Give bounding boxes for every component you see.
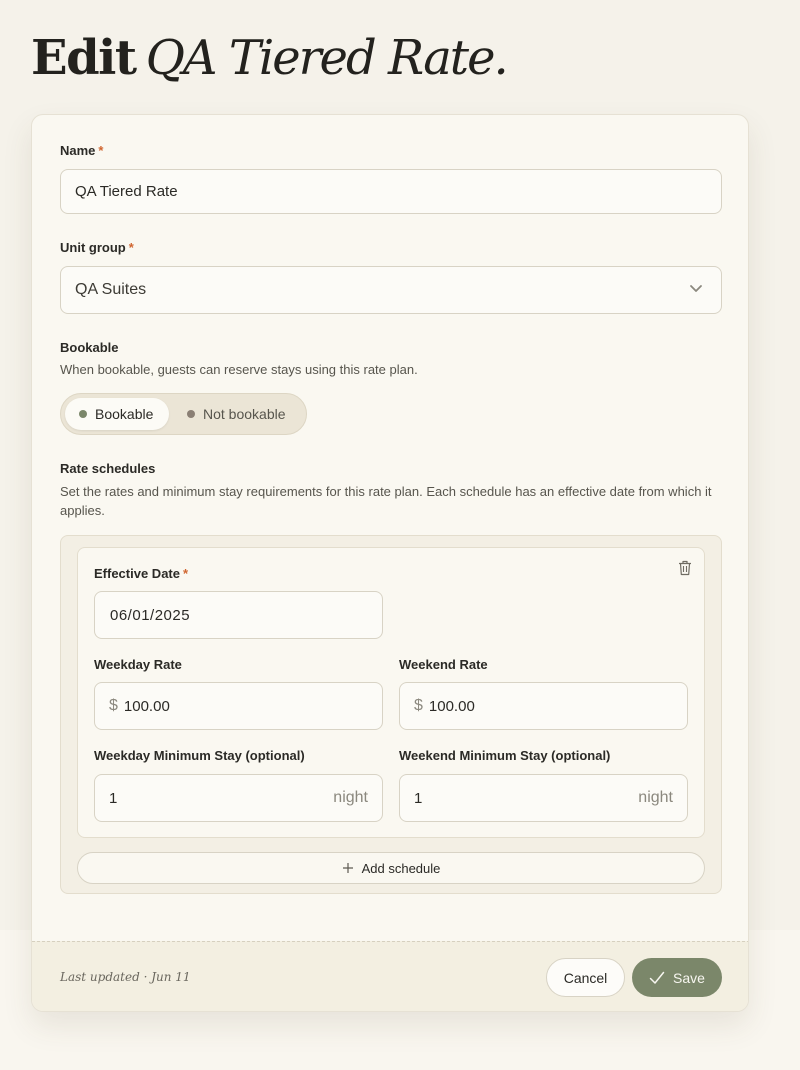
dot-icon (187, 410, 195, 418)
effective-date-value: 06/01/2025 (110, 606, 191, 624)
save-button-label: Save (673, 969, 705, 986)
cancel-button-label: Cancel (563, 969, 608, 986)
name-input-value: QA Tiered Rate (75, 183, 178, 200)
dot-icon (79, 410, 87, 418)
rate-schedules-label: Rate schedules (60, 461, 156, 476)
effective-date-label-text: Effective Date (94, 566, 180, 581)
last-updated-text: Last updated · Jun 11 (60, 970, 191, 984)
page-title: Edit QA Tiered Rate. (31, 30, 509, 86)
add-schedule-button[interactable]: Add schedule (77, 852, 705, 884)
plus-icon (342, 863, 353, 873)
bookable-option[interactable]: Bookable (65, 398, 169, 430)
page-title-name: QA Tiered Rate. (145, 30, 509, 86)
unit-group-select[interactable]: QA Suites (60, 266, 722, 314)
weekend-min-stay-label: Weekend Minimum Stay (optional) (399, 748, 611, 763)
effective-date-label: Effective Date * (94, 566, 188, 581)
chevron-down-icon (690, 285, 702, 292)
schedule-card: Effective Date * 06/01/2025 Weekday Rate … (77, 547, 705, 838)
night-suffix: night (333, 789, 368, 806)
name-label-text: Name (60, 143, 96, 158)
weekend-rate-input[interactable]: $ 100.00 (399, 682, 688, 730)
bookable-help: When bookable, guests can reserve stays … (60, 362, 418, 377)
weekday-rate-value: 100.00 (123, 697, 170, 715)
weekend-min-stay-value: 1 (414, 789, 423, 807)
weekend-rate-value: 100.00 (428, 697, 475, 715)
night-suffix: night (638, 789, 673, 806)
weekend-rate-label: Weekend Rate (399, 657, 488, 672)
unit-group-label: Unit group * (60, 240, 134, 255)
name-label: Name * (60, 143, 103, 158)
unit-group-label-text: Unit group (60, 240, 126, 255)
bookable-label: Bookable (60, 340, 119, 355)
weekday-rate-input[interactable]: $ 100.00 (94, 682, 383, 730)
required-marker: * (98, 143, 104, 158)
weekend-min-stay-input[interactable]: 1 night (399, 774, 688, 822)
bookable-option-label: Bookable (95, 406, 154, 422)
required-marker: * (128, 240, 134, 255)
required-marker: * (182, 566, 189, 581)
currency-prefix: $ (109, 697, 118, 714)
weekday-min-stay-label: Weekday Minimum Stay (optional) (94, 748, 305, 763)
weekday-min-stay-input[interactable]: 1 night (94, 774, 383, 822)
rate-schedules-help: Set the rates and minimum stay requireme… (60, 484, 712, 518)
save-button[interactable]: Save (632, 958, 722, 997)
unit-group-select-value: QA Suites (75, 281, 147, 298)
cancel-button[interactable]: Cancel (546, 958, 625, 997)
add-schedule-label: Add schedule (361, 860, 441, 876)
trash-icon[interactable] (678, 560, 692, 576)
not-bookable-option[interactable]: Not bookable (173, 398, 303, 430)
weekday-min-stay-value: 1 (109, 789, 118, 807)
edit-rate-card: Name * QA Tiered Rate Unit group * QA Suit… (31, 114, 749, 1012)
page-title-prefix: Edit (31, 30, 137, 86)
effective-date-input[interactable]: 06/01/2025 (94, 591, 383, 639)
card-footer: Last updated · Jun 11 Cancel Save (32, 941, 748, 1011)
check-icon (649, 971, 665, 984)
weekday-rate-label: Weekday Rate (94, 657, 182, 672)
name-input[interactable]: QA Tiered Rate (60, 169, 722, 214)
not-bookable-option-label: Not bookable (203, 406, 286, 422)
currency-prefix: $ (414, 697, 423, 714)
bookable-toggle: Bookable Not bookable (60, 393, 307, 435)
rate-schedules-container: Effective Date * 06/01/2025 Weekday Rate … (60, 535, 722, 894)
